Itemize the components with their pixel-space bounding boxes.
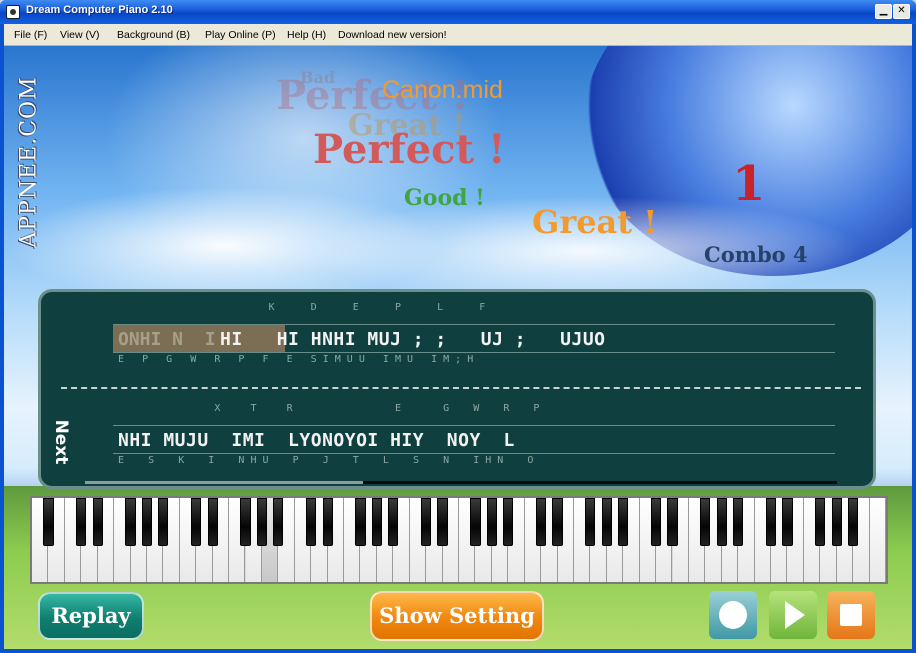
play-icon [769, 591, 817, 639]
black-key[interactable] [667, 498, 678, 546]
black-key[interactable] [585, 498, 596, 546]
minimize-button[interactable]: ▁ [875, 4, 892, 19]
staff-line [113, 453, 835, 454]
black-key[interactable] [43, 498, 54, 546]
song-title: Canon.mid [382, 76, 503, 104]
black-key[interactable] [831, 498, 842, 546]
black-key[interactable] [848, 498, 859, 546]
menu-background[interactable]: Background (B) [117, 29, 190, 41]
stop-button[interactable] [827, 591, 875, 639]
effect-great: Great ! [532, 203, 658, 241]
menu-play-online[interactable]: Play Online (P) [205, 29, 276, 41]
hit-count: 1 [732, 156, 766, 212]
row1-top-letters: K D E P L F [118, 302, 486, 313]
black-key[interactable] [141, 498, 153, 546]
black-key[interactable] [322, 498, 333, 546]
record-button[interactable] [709, 591, 757, 639]
black-key[interactable] [191, 498, 202, 546]
black-key[interactable] [125, 498, 136, 546]
black-key[interactable] [503, 498, 514, 546]
watermark: APPNEE.COM [14, 54, 44, 269]
black-key[interactable] [76, 498, 87, 546]
watermark-text: APPNEE.COM [16, 75, 42, 248]
stop-icon [827, 591, 875, 639]
black-key[interactable] [437, 498, 448, 546]
effect-good: Good ! [404, 185, 485, 211]
close-button[interactable]: ✕ [893, 4, 910, 19]
piano-keyboard[interactable] [30, 496, 888, 584]
next-label-text: Next [51, 419, 71, 465]
menu-view[interactable]: View (V) [60, 29, 99, 41]
menu-help[interactable]: Help (H) [287, 29, 326, 41]
black-key[interactable] [273, 498, 284, 546]
black-key[interactable] [92, 498, 103, 546]
black-key[interactable] [650, 498, 662, 546]
black-key[interactable] [601, 498, 612, 546]
black-key[interactable] [256, 498, 267, 546]
menu-download[interactable]: Download new version! [338, 29, 447, 41]
score-panel: K D E P L F ONHI N I HI HI HNHI MUJ ; ; … [38, 289, 876, 489]
staff-line [113, 352, 835, 353]
row2-main-letters: NHI MUJU IMI LYONOYOI HIY NOY L [118, 430, 515, 451]
replay-button[interactable]: Replay [38, 592, 144, 640]
black-key[interactable] [207, 498, 218, 546]
black-key[interactable] [782, 498, 793, 546]
effect-perfect: Perfect ! [313, 126, 506, 173]
black-key[interactable] [486, 498, 497, 546]
black-key[interactable] [371, 498, 382, 546]
row1-main-letters: HI HI HNHI MUJ ; ; UJ ; UJUO [118, 329, 606, 350]
black-key[interactable] [618, 498, 629, 546]
song-progress-bar[interactable] [85, 481, 837, 484]
black-key[interactable] [306, 498, 317, 546]
song-progress-fill [85, 481, 364, 484]
show-setting-button[interactable]: Show Setting [370, 591, 544, 641]
black-key[interactable] [700, 498, 711, 546]
app-window: Dream Computer Piano 2.10 ▁ ✕ File (F) V… [0, 0, 916, 653]
black-key[interactable] [765, 498, 777, 546]
white-key[interactable] [869, 498, 886, 582]
app-icon[interactable] [6, 5, 20, 19]
menu-bar: File (F) View (V) Background (B) Play On… [4, 24, 912, 46]
black-key[interactable] [716, 498, 727, 546]
row2-top-letters: X T R E G W R P [118, 403, 540, 414]
black-key[interactable] [355, 498, 366, 546]
black-key[interactable] [733, 498, 744, 546]
game-area: APPNEE.COM Bad Perfect ! Great ! Canon.m… [4, 46, 912, 649]
black-key[interactable] [470, 498, 481, 546]
staff-line [113, 425, 835, 426]
black-key[interactable] [158, 498, 169, 546]
menu-file[interactable]: File (F) [14, 29, 47, 41]
black-key[interactable] [388, 498, 399, 546]
next-label: Next [47, 412, 75, 472]
black-key[interactable] [421, 498, 432, 546]
black-key[interactable] [552, 498, 563, 546]
combo-counter: Combo 4 [704, 242, 808, 267]
window-title: Dream Computer Piano 2.10 [26, 4, 173, 16]
black-key[interactable] [536, 498, 547, 546]
row-divider [61, 387, 861, 389]
black-key[interactable] [815, 498, 826, 546]
black-key[interactable] [240, 498, 251, 546]
row2-bottom-letters: E S K I N H U P J T L S N I H N O [118, 455, 534, 466]
play-button[interactable] [769, 591, 817, 639]
title-bar[interactable]: Dream Computer Piano 2.10 ▁ ✕ [0, 0, 916, 24]
row1-bottom-letters: E P G W R P F E S I M U U I M U I M ; H [118, 354, 474, 365]
record-icon [709, 591, 757, 639]
